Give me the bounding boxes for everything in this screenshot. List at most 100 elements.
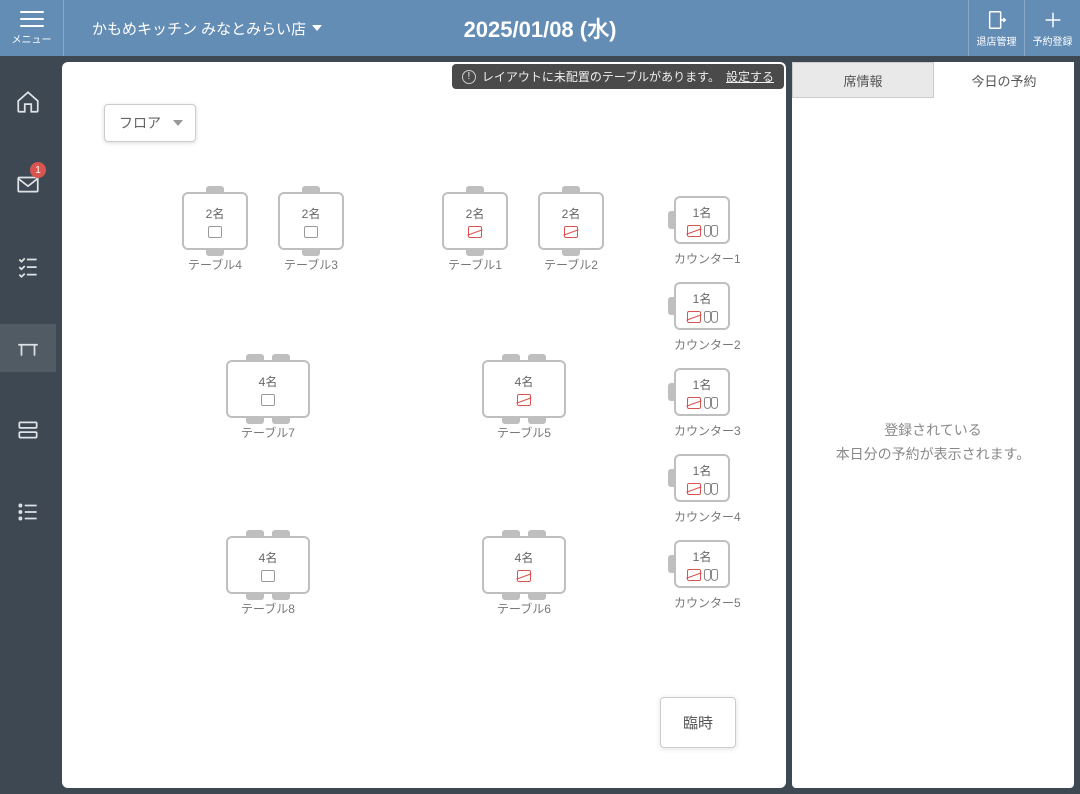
sidebar-item-list[interactable] — [0, 488, 56, 536]
chair-icon — [562, 186, 580, 194]
app-body: 1 ! レイアウトに未配置のテーブルがあります。 設定する フロア — [0, 56, 1080, 794]
floor-surface[interactable]: 2名テーブル42名テーブル32名テーブル12名テーブル24名テーブル74名テーブ… — [92, 82, 756, 768]
chair-icon — [502, 530, 520, 538]
counter-icons — [687, 311, 718, 323]
no-smoking-icon — [687, 483, 701, 495]
counter-box: 1名 — [674, 196, 730, 244]
sidebar-item-rows[interactable] — [0, 406, 56, 454]
floor-selector[interactable]: フロア — [104, 104, 196, 142]
table-capacity: 4名 — [515, 373, 534, 390]
counter-c5[interactable]: 1名カウンター5 — [674, 540, 741, 611]
counter-name: カウンター4 — [674, 508, 741, 525]
warning-settings-link[interactable]: 設定する — [726, 68, 774, 85]
card-icon — [304, 226, 318, 238]
checklist-icon — [15, 253, 41, 279]
table-name: テーブル3 — [278, 256, 344, 273]
counter-c1[interactable]: 1名カウンター1 — [674, 196, 741, 267]
chair-icon — [272, 354, 290, 362]
temp-button[interactable]: 臨時 — [660, 697, 736, 748]
home-icon — [15, 89, 41, 115]
counter-c3[interactable]: 1名カウンター3 — [674, 368, 741, 439]
chair-icon — [668, 297, 676, 315]
table-icons — [261, 570, 275, 582]
card-icon — [208, 226, 222, 238]
store-selector[interactable]: かもめキッチン みなとみらい店 — [92, 18, 322, 39]
counter-box: 1名 — [674, 368, 730, 416]
sidebar-item-floor[interactable] — [0, 324, 56, 372]
counter-c2[interactable]: 1名カウンター2 — [674, 282, 741, 353]
counter-capacity: 1名 — [693, 204, 712, 221]
reserve-add-button[interactable]: 予約登録 — [1024, 0, 1080, 56]
floor-selector-label: フロア — [119, 115, 161, 131]
table-name: テーブル8 — [226, 600, 310, 617]
table-icons — [304, 226, 318, 238]
table-t1[interactable]: 2名テーブル1 — [442, 192, 508, 273]
table-box: 4名 — [482, 360, 566, 418]
empty-reservations-message: 登録されている 本日分の予約が表示されます。 — [836, 419, 1031, 467]
chair-icon — [528, 530, 546, 538]
chair-icon — [528, 354, 546, 362]
table-box: 2名 — [278, 192, 344, 250]
counter-icons — [687, 569, 718, 581]
table-icons — [564, 226, 578, 238]
table-t2[interactable]: 2名テーブル2 — [538, 192, 604, 273]
chair-icon — [668, 211, 676, 229]
chair-icon — [246, 354, 264, 362]
table-t5[interactable]: 4名テーブル5 — [482, 360, 566, 441]
no-smoking-icon — [468, 226, 482, 238]
mail-badge: 1 — [30, 162, 46, 178]
shoes-icon — [704, 569, 718, 581]
main-area: ! レイアウトに未配置のテーブルがあります。 設定する フロア 2名テーブル42… — [56, 56, 1080, 794]
table-box: 2名 — [182, 192, 248, 250]
table-icons — [208, 226, 222, 238]
counter-capacity: 1名 — [693, 462, 712, 479]
exit-manage-button[interactable]: 退店管理 — [968, 0, 1024, 56]
store-name-text: かもめキッチン みなとみらい店 — [92, 18, 306, 39]
table-box: 4名 — [226, 360, 310, 418]
sidebar: 1 — [0, 56, 56, 794]
table-name: テーブル6 — [482, 600, 566, 617]
chair-icon — [272, 592, 290, 600]
counter-icons — [687, 225, 718, 237]
tab-today-reservations[interactable]: 今日の予約 — [934, 62, 1074, 98]
right-panel: 席情報 今日の予約 登録されている 本日分の予約が表示されます。 — [792, 62, 1074, 788]
chair-icon — [302, 248, 320, 256]
table-t8[interactable]: 4名テーブル8 — [226, 536, 310, 617]
sidebar-item-home[interactable] — [0, 78, 56, 126]
card-icon — [261, 570, 275, 582]
chair-icon — [272, 530, 290, 538]
table-box: 2名 — [442, 192, 508, 250]
tab-seat-info[interactable]: 席情報 — [792, 62, 934, 98]
plus-icon — [1042, 9, 1064, 31]
chair-icon — [668, 469, 676, 487]
table-capacity: 4名 — [259, 549, 278, 566]
counter-icons — [687, 397, 718, 409]
table-name: テーブル4 — [182, 256, 248, 273]
warning-icon: ! — [462, 70, 476, 84]
chair-icon — [246, 592, 264, 600]
header-actions: 退店管理 予約登録 — [968, 0, 1080, 56]
chair-icon — [562, 248, 580, 256]
shoes-icon — [704, 311, 718, 323]
sidebar-item-mail[interactable]: 1 — [0, 160, 56, 208]
layout-warning: ! レイアウトに未配置のテーブルがあります。 設定する — [452, 64, 784, 89]
table-t7[interactable]: 4名テーブル7 — [226, 360, 310, 441]
chair-icon — [466, 248, 484, 256]
counter-c4[interactable]: 1名カウンター4 — [674, 454, 741, 525]
table-name: テーブル7 — [226, 424, 310, 441]
counter-name: カウンター1 — [674, 250, 741, 267]
shoes-icon — [704, 397, 718, 409]
table-t6[interactable]: 4名テーブル6 — [482, 536, 566, 617]
table-name: テーブル2 — [538, 256, 604, 273]
table-t4[interactable]: 2名テーブル4 — [182, 192, 248, 273]
menu-button[interactable]: メニュー — [0, 0, 64, 56]
table-icons — [517, 570, 531, 582]
shoes-icon — [704, 483, 718, 495]
table-box: 4名 — [482, 536, 566, 594]
shoes-icon — [704, 225, 718, 237]
table-t3[interactable]: 2名テーブル3 — [278, 192, 344, 273]
hamburger-icon — [20, 11, 44, 27]
no-smoking-icon — [687, 225, 701, 237]
sidebar-item-checklist[interactable] — [0, 242, 56, 290]
chair-icon — [246, 530, 264, 538]
